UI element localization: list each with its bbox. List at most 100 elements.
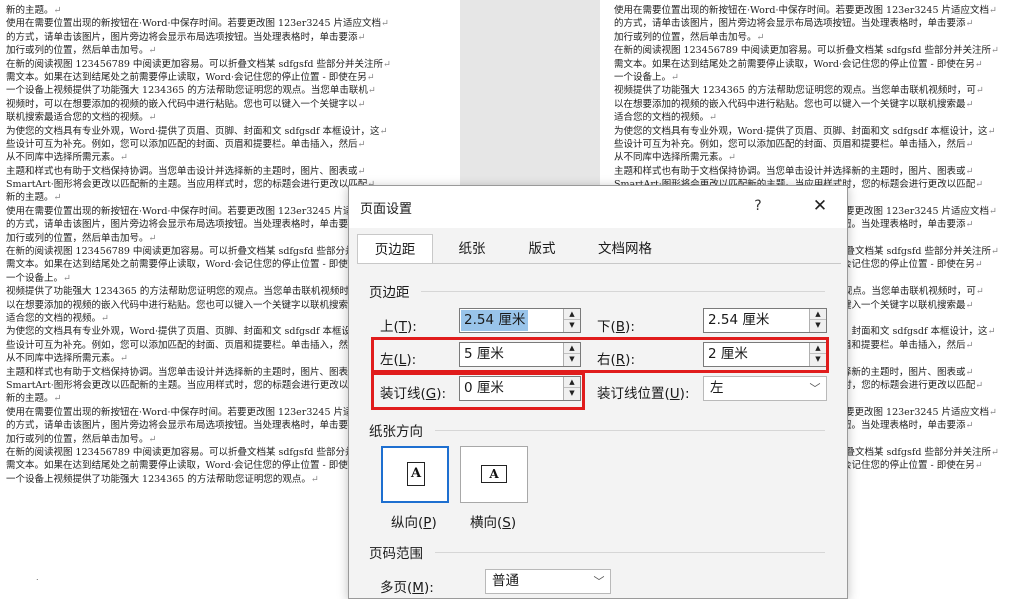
document-line: 在新的阅读视图 123456789 中阅读更加容易。可以折叠文档某 sdfgsf… xyxy=(6,245,391,258)
landscape-label[interactable]: 横向(S) xyxy=(470,511,516,531)
help-button[interactable]: ? xyxy=(743,193,773,219)
spin-down-icon[interactable]: ▼ xyxy=(810,354,826,365)
paragraph-mark-icon: ↵ xyxy=(53,5,62,16)
paragraph-mark-icon: ↵ xyxy=(148,232,157,244)
gutter-spinner[interactable]: 0 厘米 ▲ ▼ xyxy=(459,376,581,401)
multiple-pages-select[interactable]: 普通 ﹀ xyxy=(485,569,611,594)
spin-down-icon[interactable]: ▼ xyxy=(564,388,580,399)
spin-down-icon[interactable]: ▼ xyxy=(810,320,826,331)
paragraph-mark-icon: ↵ xyxy=(965,138,974,150)
paragraph-mark-icon: ↵ xyxy=(965,339,974,351)
spin-up-icon[interactable]: ▲ xyxy=(810,343,826,354)
landscape-button[interactable]: A xyxy=(460,446,528,503)
tab-layout[interactable]: 版式 xyxy=(509,234,575,264)
pages-group-title: 页码范围 xyxy=(369,546,423,562)
paragraph-mark-icon: ↵ xyxy=(989,406,997,418)
document-line: 从不同库中选择所需元素。↵ xyxy=(6,152,128,164)
paragraph-mark-icon: ↵ xyxy=(357,31,366,43)
document-line: 主题和样式也有助于文档保持协调。当您单击设计并选择新的主题时，图片、图表或↵ xyxy=(6,165,366,177)
paragraph-mark-icon: ↵ xyxy=(965,299,974,311)
document-line: 使用在需要位置出现的新按钮在·Word·中保存时间。若要更改图 123er324… xyxy=(6,406,391,419)
tab-paper[interactable]: 纸张 xyxy=(437,234,507,264)
paragraph-mark-icon: ↵ xyxy=(367,85,376,97)
document-line: 视频提供了功能强大 1234365 的方法帮助您证明您的观点。当您单击联机视频时… xyxy=(6,285,391,298)
gutter-value[interactable]: 0 厘米 xyxy=(461,378,507,399)
document-line: 在新的阅读视图 123456789 中阅读更加容易。可以折叠文档某 sdfgsf… xyxy=(6,58,391,70)
document-line: SmartArt·图形将会更改以匹配新的主题。当应用样式时，您的标题会进行更改以… xyxy=(6,178,391,191)
spin-up-icon[interactable]: ▲ xyxy=(564,343,580,354)
document-line: 联机搜索最适合您的文档的视频。↵ xyxy=(6,112,157,124)
document-line: 的方式，请单击该图片，图片旁边将会显示布局选项按钮。当处理表格时，单击要添↵ xyxy=(6,31,366,43)
paragraph-mark-icon: ↵ xyxy=(974,460,983,472)
document-line: 新的主题。↵ xyxy=(6,5,62,16)
left-margin-arrows: ▲ ▼ xyxy=(563,343,580,366)
paragraph-mark-icon: ↵ xyxy=(965,366,974,378)
document-text-left: 新的主题。↵ 使用在需要位置出现的新按钮在·Word·中保存时间。若要更改图 12… xyxy=(6,4,391,486)
top-margin-spinner[interactable]: 2.54 厘米 ▲ ▼ xyxy=(459,308,581,333)
paragraph-mark-icon: ↵ xyxy=(310,473,319,485)
gutter-position-label: 装订线位置(U): xyxy=(597,386,690,402)
top-margin-value[interactable]: 2.54 厘米 xyxy=(461,310,529,331)
spin-up-icon[interactable]: ▲ xyxy=(810,309,826,320)
paragraph-mark-icon: ↵ xyxy=(965,18,974,30)
tab-document-grid[interactable]: 文档网格 xyxy=(575,234,675,264)
paragraph-mark-icon: ↵ xyxy=(989,5,997,16)
top-margin-arrows: ▲ ▼ xyxy=(563,309,580,332)
paragraph-mark-icon: ↵ xyxy=(965,219,974,231)
document-line: 加行或列的位置，然后单击加号。↵ xyxy=(6,433,157,445)
close-button[interactable]: ✕ xyxy=(803,193,837,219)
document-line: 在新的阅读视图 123456789 中阅读更加容易。可以折叠文档某 sdfgsf… xyxy=(614,45,999,57)
paragraph-mark-icon: ↵ xyxy=(975,179,984,191)
document-line: 的方式，请单击该图片，图片旁边将会显示布局选项按钮。当处理表格时，单击要添↵ xyxy=(6,218,391,231)
tab-margins[interactable]: 页边距 xyxy=(357,234,433,264)
paragraph-mark-icon: ↵ xyxy=(148,433,157,445)
document-line: 一个设备上视频提供了功能强大 1234365 的方法帮助您证明您的观点。当您单击… xyxy=(6,85,376,97)
document-line: 一个设备上。↵ xyxy=(614,71,679,83)
dialog-titlebar[interactable]: 页面设置 ? ✕ xyxy=(349,186,847,228)
page-setup-dialog: 页面设置 ? ✕ 页边距 纸张 版式 文档网格 页边距 上(T): 2.54 厘… xyxy=(348,185,848,599)
dialog-title: 页面设置 xyxy=(360,202,413,217)
document-line: 加行或列的位置，然后单击加号。↵ xyxy=(6,232,157,244)
paragraph-mark-icon: ↵ xyxy=(357,138,366,150)
paragraph-mark-icon: ↵ xyxy=(989,205,997,217)
paragraph-mark-icon: ↵ xyxy=(53,393,62,405)
gutter-position-select[interactable]: 左 ﹀ xyxy=(703,376,827,401)
paragraph-mark-icon: ↵ xyxy=(991,45,999,57)
portrait-label[interactable]: 纵向(P) xyxy=(391,511,437,531)
right-margin-value[interactable]: 2 厘米 xyxy=(705,344,751,365)
spin-down-icon[interactable]: ▼ xyxy=(564,354,580,365)
orientation-group-title: 纸张方向 xyxy=(369,424,423,440)
document-line: 在新的阅读视图 123456789 中阅读更加容易。可以折叠文档某 sdfgsf… xyxy=(6,446,391,459)
paragraph-mark-icon: ↵ xyxy=(965,420,974,432)
bottom-margin-spinner[interactable]: 2.54 厘米 ▲ ▼ xyxy=(703,308,827,333)
paragraph-mark-icon: ↵ xyxy=(975,286,984,298)
left-margin-spinner[interactable]: 5 厘米 ▲ ▼ xyxy=(459,342,581,367)
multiple-pages-label: 多页(M): xyxy=(380,580,434,596)
spin-down-icon[interactable]: ▼ xyxy=(564,320,580,331)
paragraph-mark-icon: ↵ xyxy=(120,152,128,164)
paragraph-mark-icon: ↵ xyxy=(975,85,984,97)
paragraph-mark-icon: ↵ xyxy=(383,58,391,70)
document-line: 的方式，请单击该图片，图片旁边将会显示布局选项按钮。当处理表格时，单击要添↵ xyxy=(6,419,391,432)
portrait-button[interactable]: A xyxy=(381,446,449,503)
document-line: 为使您的文档具有专业外观，Word·提供了页眉、页脚、封面和文 sdfgsdf … xyxy=(6,325,391,338)
document-line: 以在想要添加的视频的嵌入代码中进行粘贴。您也可以键入一个关键字以联机搜索最↵ xyxy=(6,299,391,312)
document-line: 从不同库中选择所需元素。↵ xyxy=(614,152,736,164)
paragraph-mark-icon: ↵ xyxy=(728,152,736,164)
chevron-down-icon[interactable]: ﹀ xyxy=(588,570,610,593)
bottom-margin-value[interactable]: 2.54 厘米 xyxy=(705,310,772,331)
left-margin-value[interactable]: 5 厘米 xyxy=(461,344,507,365)
document-line: 使用在需要位置出现的新按钮在·Word·中保存时间。若要更改图 123er324… xyxy=(6,18,389,30)
spin-up-icon[interactable]: ▲ xyxy=(564,309,580,320)
spin-up-icon[interactable]: ▲ xyxy=(564,377,580,388)
document-line: 为使您的文档具有专业外观，Word·提供了页眉、页脚、封面和文 sdfgsdf … xyxy=(6,125,388,137)
gutter-label: 装订线(G): xyxy=(380,386,447,402)
bottom-margin-arrows: ▲ ▼ xyxy=(809,309,826,332)
paragraph-mark-icon: ↵ xyxy=(366,71,375,83)
chevron-down-icon[interactable]: ﹀ xyxy=(804,377,826,400)
paragraph-mark-icon: ↵ xyxy=(974,259,983,271)
paragraph-mark-icon: ↵ xyxy=(357,165,366,177)
document-line: 新的主题。↵ xyxy=(6,192,62,204)
document-line: 的方式，请单击该图片，图片旁边将会显示布局选项按钮。当处理表格时，单击要添↵ xyxy=(614,18,974,30)
right-margin-spinner[interactable]: 2 厘米 ▲ ▼ xyxy=(703,342,827,367)
